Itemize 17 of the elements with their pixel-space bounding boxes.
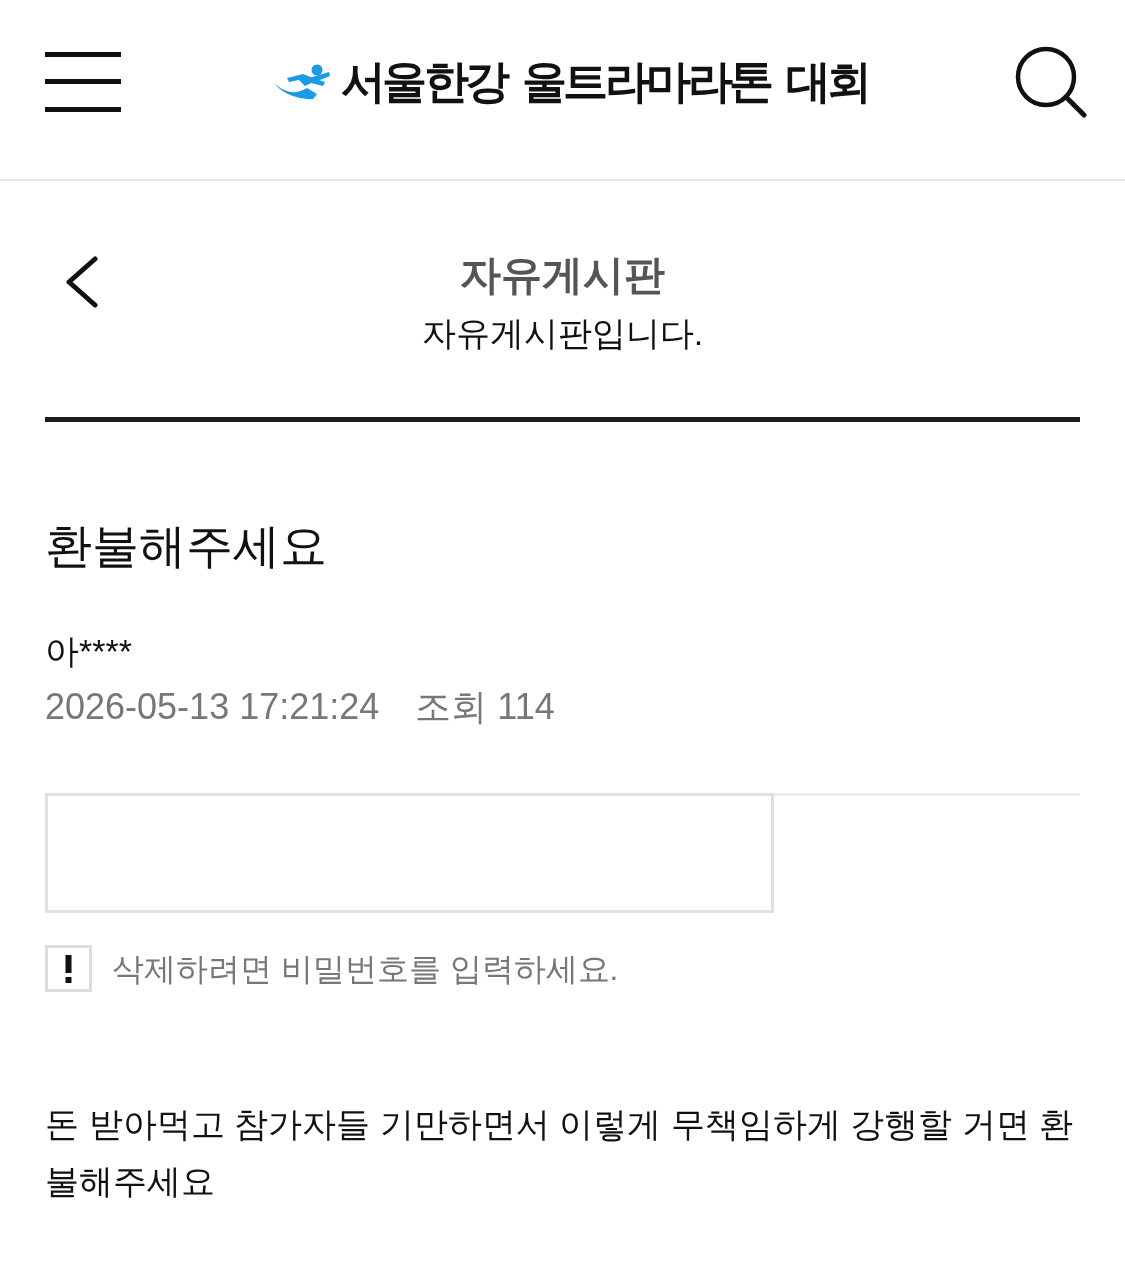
board-description: 자유게시판입니다. [421,313,704,354]
menu-icon [45,51,121,112]
post-author: 아**** [45,631,133,672]
post-title: 환불해주세요 [45,518,328,574]
back-chevron-icon [65,256,98,308]
search-icon [1015,45,1087,118]
runner-icon [273,63,331,100]
exclamation-icon [45,945,92,992]
view-count: 조회 114 [415,685,555,729]
delete-notice: 삭제하려면 비밀번호를 입력하세요. [112,949,619,989]
post-date: 2026-05-13 17:21:24 [45,685,380,729]
board-title: 자유게시판 [460,251,665,299]
post-body: 돈 받아먹고 참가자들 기만하면서 이렇게 무책임하게 강행할 거면 환불해주세요 [45,1104,1075,1202]
search-button[interactable] [1015,45,1087,118]
menu-button[interactable] [45,51,121,112]
password-field[interactable] [45,793,774,913]
back-button[interactable] [65,256,98,308]
